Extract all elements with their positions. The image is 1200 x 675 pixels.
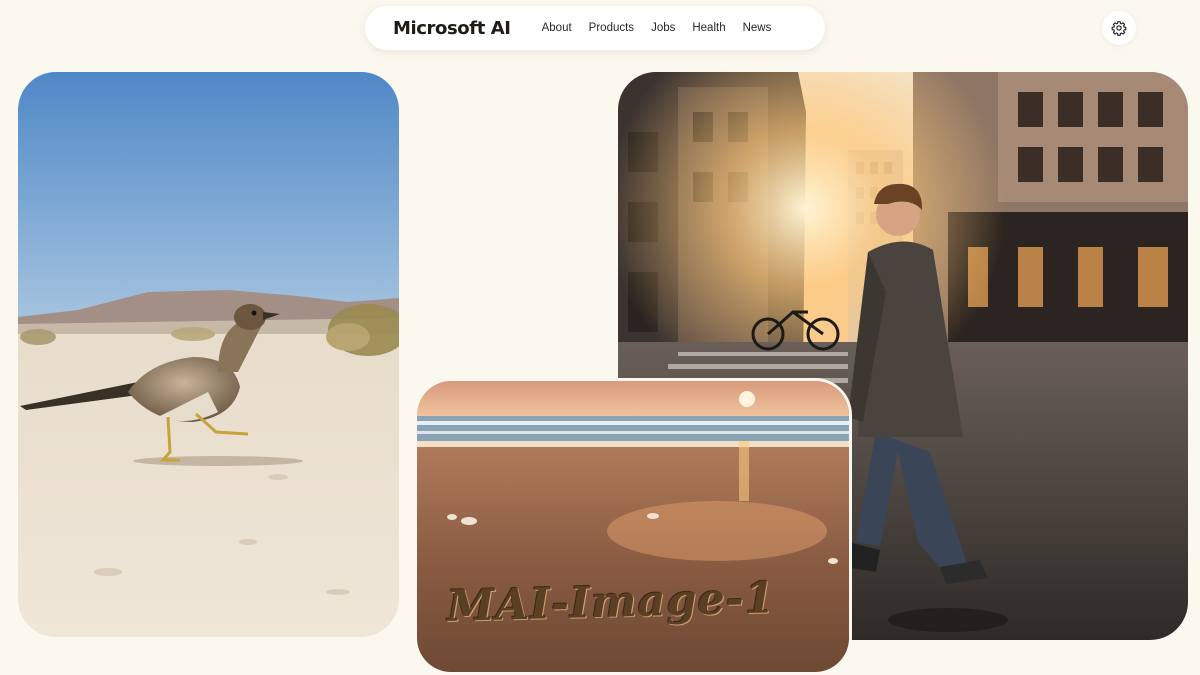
nav-products[interactable]: Products: [589, 22, 634, 34]
sand-written-caption: MAI-Image-1: [446, 573, 777, 632]
brand-logo[interactable]: Microsoft AI: [393, 18, 511, 39]
nav-news[interactable]: News: [743, 22, 772, 34]
gear-icon: [1111, 21, 1127, 36]
nav-about[interactable]: About: [542, 22, 572, 34]
page: Microsoft AI About Products Jobs Health …: [0, 0, 1200, 675]
settings-button[interactable]: [1102, 11, 1136, 45]
beach-sunset-image: MAI-Image-1: [417, 381, 849, 672]
nav-jobs[interactable]: Jobs: [651, 22, 675, 34]
top-nav: Microsoft AI About Products Jobs Health …: [365, 6, 825, 50]
nav-health[interactable]: Health: [692, 22, 725, 34]
roadrunner-desert-image: [18, 72, 399, 637]
